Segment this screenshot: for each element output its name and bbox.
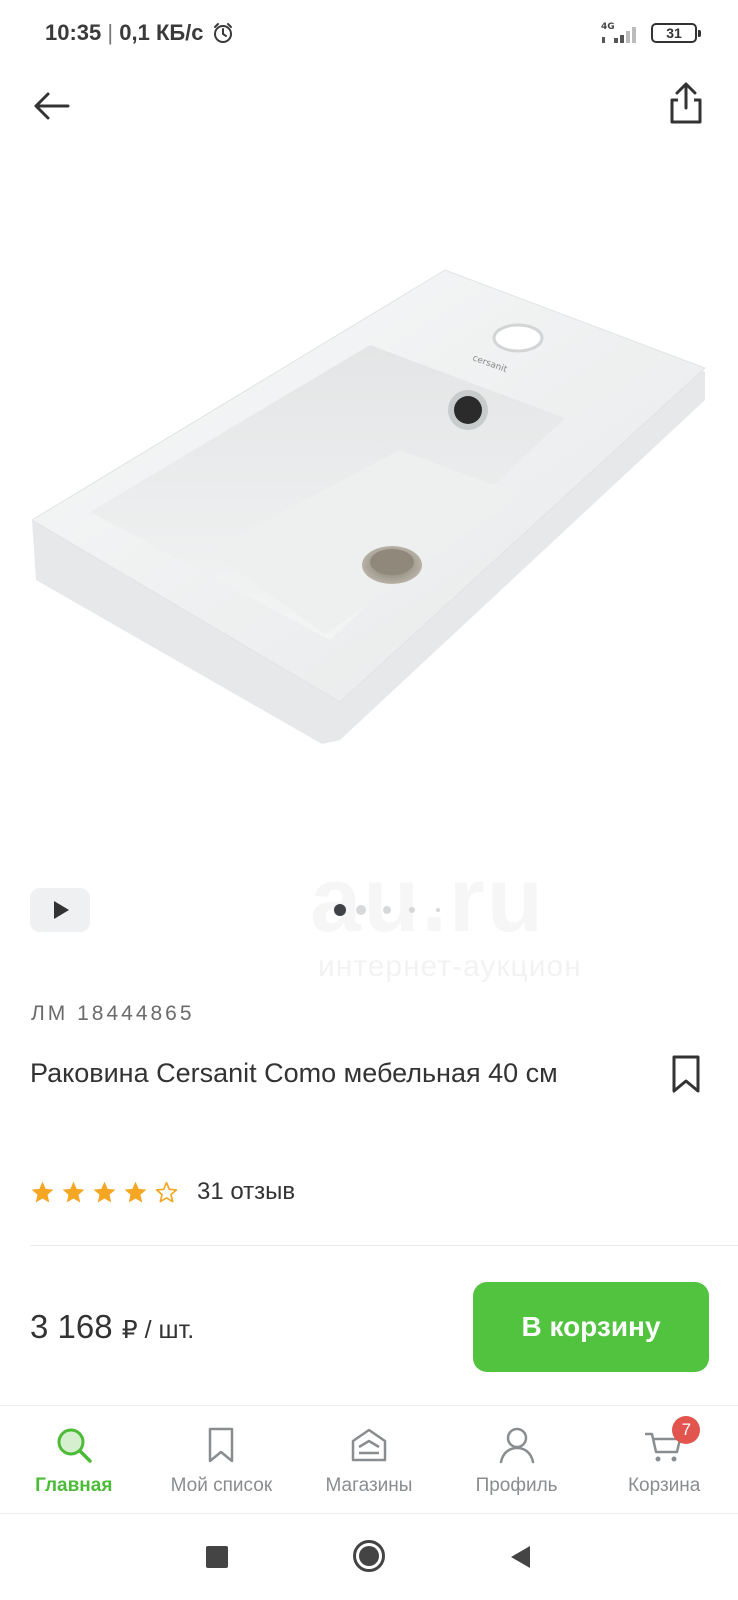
nav-label-my-list: Мой список (170, 1475, 273, 1496)
video-play-button[interactable] (30, 888, 90, 932)
price-unit: ₽ / шт. (121, 1316, 195, 1344)
alarm-clock-icon (214, 23, 232, 43)
status-time: 10:35 | 0,1 КБ/с (45, 20, 204, 46)
system-back-icon[interactable] (508, 1544, 534, 1570)
star-filled-icon (93, 1181, 116, 1202)
reviews-link[interactable]: 31 отзыв (197, 1178, 295, 1206)
status-separator: | (107, 20, 114, 45)
nav-item-home[interactable]: Главная (0, 1406, 148, 1514)
search-icon (57, 1428, 92, 1463)
network-speed: 0,1 КБ/с (119, 20, 204, 45)
watermark-main: au.ru (310, 848, 545, 953)
bookmark-button[interactable] (670, 1054, 702, 1094)
cart-badge: 7 (672, 1416, 701, 1444)
nav-item-stores[interactable]: Магазины (295, 1406, 443, 1514)
battery-indicator: 31 (651, 23, 701, 43)
bookmark-icon (209, 1427, 234, 1463)
gallery-dot-5[interactable] (436, 908, 440, 912)
clock-text: 10:35 (45, 20, 102, 45)
add-to-cart-button[interactable]: В корзину (473, 1282, 709, 1372)
product-rating[interactable]: 31 отзыв (30, 1177, 295, 1207)
nav-label-profile: Профиль (475, 1475, 558, 1496)
share-button[interactable] (664, 80, 708, 128)
nav-label-stores: Магазины (325, 1475, 413, 1496)
nav-item-my-list[interactable]: Мой список (148, 1406, 296, 1514)
profile-icon (499, 1427, 534, 1464)
bottom-nav: Главная Мой список Магазины Профиль 7 Ко… (0, 1405, 738, 1513)
gallery-dot-3[interactable] (383, 906, 391, 914)
watermark-sub: интернет-аукцион (318, 950, 582, 983)
home-icon[interactable] (352, 1539, 386, 1573)
product-title: Раковина Cersanit Como мебельная 40 см (30, 1058, 558, 1088)
star-empty-icon (155, 1181, 178, 1202)
divider (30, 1245, 738, 1246)
nav-label-home: Главная (35, 1475, 113, 1496)
product-image[interactable]: cersanit (0, 150, 738, 840)
price-value: 3 168 (30, 1308, 113, 1345)
product-price: 3 168 ₽ / шт. (30, 1308, 194, 1346)
nav-item-profile[interactable]: Профиль (443, 1406, 591, 1514)
star-filled-icon (31, 1181, 54, 1202)
play-icon (54, 901, 69, 919)
status-bar: 10:35 | 0,1 КБ/с 4G 31 (0, 0, 738, 66)
gallery-dot-1[interactable] (334, 904, 346, 916)
nav-label-cart: Корзина (627, 1475, 701, 1496)
product-sku: ЛМ 18444865 (31, 1002, 195, 1025)
signal-icon: 4G (601, 22, 636, 43)
recent-apps-icon[interactable] (206, 1546, 228, 1568)
gallery-dot-4[interactable] (409, 907, 415, 913)
nav-item-cart[interactable]: 7 Корзина (590, 1406, 738, 1514)
star-filled-icon (124, 1181, 147, 1202)
gallery-dot-2[interactable] (356, 905, 366, 915)
back-button[interactable] (30, 84, 74, 128)
system-nav-bar (0, 1513, 738, 1600)
store-icon (351, 1428, 387, 1462)
star-filled-icon (62, 1181, 85, 1202)
network-type-text: 4G (601, 22, 615, 32)
